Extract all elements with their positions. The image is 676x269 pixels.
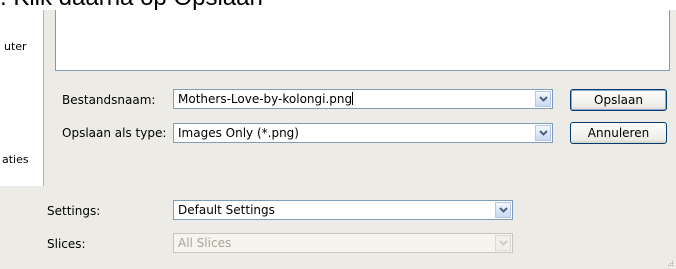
filename-combobox[interactable]: Mothers-Love-by-kolongi.png [173,89,553,109]
settings-select-value: Default Settings [178,203,275,217]
filetype-select-value: Images Only (*.png) [178,126,299,140]
filetype-dropdown-button[interactable] [535,125,551,141]
save-button[interactable]: Opslaan [570,89,667,111]
filename-input-value: Mothers-Love-by-kolongi.png [178,92,353,106]
slices-select: All Slices [173,233,513,253]
filetype-label: Opslaan als type: [62,126,167,140]
chevron-down-icon [498,207,508,213]
places-item-network-label[interactable]: aties [2,153,29,166]
chevron-down-icon [538,96,548,102]
instruction-caption: . Klik daarna op Opslaan [0,0,676,10]
chevron-down-icon [498,240,508,246]
resize-grip-icon[interactable] [666,259,674,267]
chevron-down-icon [538,130,548,136]
filename-label: Bestandsnaam: [62,93,156,107]
filename-dropdown-button[interactable] [535,91,551,107]
settings-select[interactable]: Default Settings [173,200,513,220]
cancel-button[interactable]: Annuleren [570,122,667,144]
file-list-pane[interactable] [55,10,670,71]
slices-dropdown-button [495,235,511,251]
places-bar: uter aties [0,10,44,186]
slices-select-value: All Slices [178,236,232,250]
slices-label: Slices: [47,237,86,251]
text-cursor [352,92,354,105]
places-item-computer-label[interactable]: uter [4,40,27,53]
settings-label: Settings: [47,204,101,218]
filetype-select[interactable]: Images Only (*.png) [173,123,553,143]
settings-dropdown-button[interactable] [495,202,511,218]
